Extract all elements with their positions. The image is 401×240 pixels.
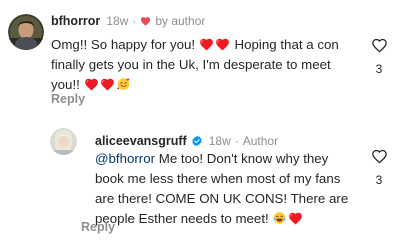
reply-button[interactable]: Reply (81, 220, 115, 234)
red-heart-emoji (288, 211, 303, 225)
red-heart-emoji (100, 77, 115, 91)
heart-mini-icon (141, 17, 151, 26)
verified-badge-icon (192, 135, 202, 147)
by-author-label: by author (155, 14, 206, 28)
comment-text: Omg!! So happy for you! Hoping that a co… (51, 35, 356, 95)
timestamp[interactable]: 18w (209, 134, 231, 148)
comment-meta: bfhorror 18w · by author (51, 14, 205, 28)
smiling-hearts-emoji (116, 78, 129, 90)
like-count: 3 (375, 173, 383, 187)
comment-text-part: Omg!! So happy for you! (51, 37, 199, 52)
comment-text: @bfhorror Me too! Don't know why they bo… (95, 149, 350, 229)
username[interactable]: aliceevansgruff (95, 134, 187, 148)
reply-button[interactable]: Reply (51, 92, 85, 106)
separator: · (132, 14, 137, 28)
timestamp[interactable]: 18w (106, 14, 128, 28)
mention-link[interactable]: @bfhorror (95, 151, 155, 166)
red-heart-emoji (84, 77, 99, 91)
like-control: 3 (368, 37, 390, 76)
avatar[interactable] (8, 14, 44, 50)
username[interactable]: bfhorror (51, 14, 100, 28)
like-heart-outline-icon[interactable] (371, 148, 388, 164)
avatar[interactable] (50, 128, 77, 155)
red-heart-emoji (199, 37, 214, 51)
like-count: 3 (375, 62, 383, 76)
user-avatar-image (8, 14, 44, 50)
like-heart-outline-icon[interactable] (371, 37, 388, 53)
author-label: Author (242, 134, 279, 148)
separator: · (234, 134, 239, 148)
user-avatar-image (50, 128, 77, 155)
comment-bfhorror: bfhorror 18w · by author Omg!! So happy … (0, 0, 401, 118)
comment-meta: aliceevansgruff 18w · Author (95, 134, 278, 148)
like-control: 3 (368, 148, 390, 187)
red-heart-emoji (215, 37, 230, 51)
tears-of-joy-emoji (274, 212, 286, 224)
reply-aliceevansgruff: aliceevansgruff 18w · Author @bfhorror M… (0, 122, 401, 240)
